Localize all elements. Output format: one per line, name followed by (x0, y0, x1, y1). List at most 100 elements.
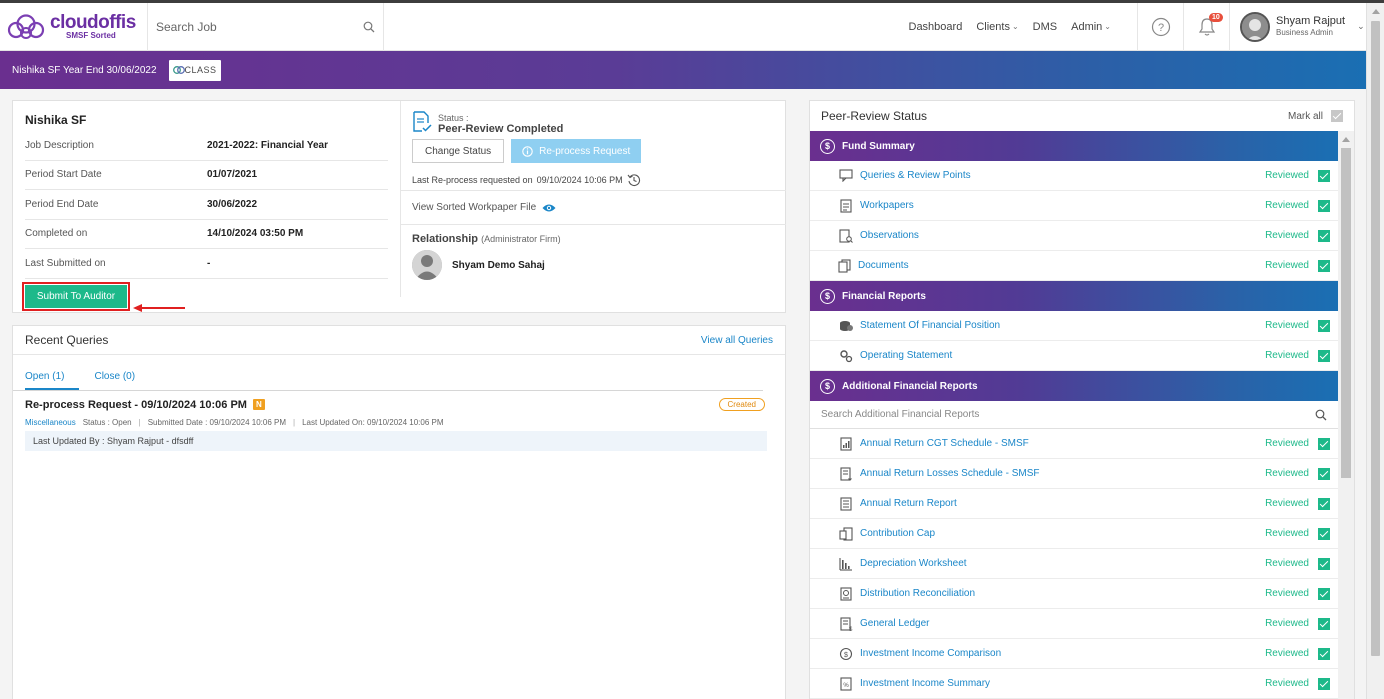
reviewed-checkbox[interactable] (1318, 467, 1330, 480)
reviewed-checkbox[interactable] (1318, 647, 1330, 660)
review-item-label[interactable]: Annual Return CGT Schedule - SMSF (860, 438, 1265, 449)
gears-icon (839, 349, 853, 363)
query-title[interactable]: Re-process Request - 09/10/2024 10:06 PM (25, 399, 247, 411)
status-label: Status : (438, 113, 469, 123)
review-row[interactable]: Queries & Review Points Reviewed (810, 161, 1338, 191)
nav-dms-label: DMS (1032, 20, 1058, 33)
review-row[interactable]: Contribution Cap Reviewed (810, 519, 1338, 549)
review-row[interactable]: % Investment Income Summary Reviewed (810, 669, 1338, 699)
review-row[interactable]: Documents Reviewed (810, 251, 1338, 281)
review-row[interactable]: Annual Return CGT Schedule - SMSF Review… (810, 429, 1338, 459)
user-menu[interactable]: Shyam Rajput Business Admin ⌄ (1230, 3, 1366, 51)
calculator-doc-icon (839, 526, 853, 541)
reviewed-checkbox[interactable] (1318, 169, 1330, 182)
document-check-icon (413, 111, 432, 132)
nav-dms[interactable]: DMS (1033, 21, 1057, 33)
page-scrollbar[interactable] (1366, 3, 1384, 699)
review-item-label[interactable]: Annual Return Report (860, 498, 1265, 509)
report-search[interactable]: Search Additional Financial Reports (810, 401, 1338, 429)
search-icon[interactable] (363, 21, 375, 33)
reviewed-checkbox[interactable] (1318, 557, 1330, 570)
class-logo-icon (172, 66, 185, 74)
query-meta: Miscellaneous Status : Open | Submitted … (25, 418, 773, 427)
mark-all-control[interactable]: Mark all (1288, 110, 1343, 122)
review-row[interactable]: Annual Return Losses Schedule - SMSF Rev… (810, 459, 1338, 489)
app-logo[interactable]: cloudoffis SMSF Sorted (0, 2, 148, 51)
review-item-label[interactable]: Statement Of Financial Position (860, 320, 1265, 331)
review-row[interactable]: Annual Return Report Reviewed (810, 489, 1338, 519)
review-item-label[interactable]: Annual Return Losses Schedule - SMSF (860, 468, 1265, 479)
history-icon[interactable] (627, 173, 641, 187)
reviewed-checkbox[interactable] (1318, 497, 1330, 510)
detail-row: Period Start Date 01/07/2021 (25, 161, 388, 190)
review-item-label[interactable]: Investment Income Comparison (860, 648, 1265, 659)
reviewed-checkbox[interactable] (1318, 259, 1330, 272)
review-item-label[interactable]: Contribution Cap (860, 528, 1265, 539)
report-pie-icon (839, 586, 853, 601)
view-workpaper-link[interactable]: View Sorted Workpaper File (401, 191, 786, 225)
review-item-label[interactable]: Distribution Reconciliation (860, 588, 1265, 599)
scroll-up-icon[interactable] (1342, 137, 1350, 142)
search-icon[interactable] (1315, 409, 1327, 421)
section-title: Financial Reports (842, 290, 926, 302)
document-search-icon (839, 228, 853, 243)
job-search[interactable]: Search Job (148, 2, 384, 51)
review-row[interactable]: $ Investment Income Comparison Reviewed (810, 639, 1338, 669)
tab-open[interactable]: Open (1) (25, 371, 80, 390)
reviewed-checkbox[interactable] (1318, 437, 1330, 450)
review-item-label[interactable]: Documents (858, 260, 1265, 271)
last-reprocess-info: Last Re-process requested on 09/10/2024 … (401, 163, 786, 191)
detail-value: - (207, 257, 211, 269)
search-input[interactable]: Search Job (156, 20, 363, 34)
review-item-label[interactable]: Workpapers (860, 200, 1265, 211)
submit-to-auditor-button[interactable]: Submit To Auditor (25, 285, 127, 308)
list-item[interactable]: Re-process Request - 09/10/2024 10:06 PM… (13, 391, 785, 451)
mark-all-checkbox[interactable] (1331, 110, 1343, 122)
scroll-up-icon[interactable] (1372, 9, 1380, 14)
reviewed-checkbox[interactable] (1318, 527, 1330, 540)
review-row[interactable]: Statement Of Financial Position Reviewed (810, 311, 1338, 341)
detail-label: Period End Date (25, 198, 99, 210)
review-row[interactable]: Operating Statement Reviewed (810, 341, 1338, 371)
review-item-label[interactable]: Observations (860, 230, 1265, 241)
scroll-thumb[interactable] (1341, 148, 1351, 478)
reviewed-checkbox[interactable] (1318, 617, 1330, 630)
reviewed-checkbox[interactable] (1318, 349, 1330, 362)
peer-review-scrollbar[interactable] (1338, 131, 1354, 699)
reprocess-time: 09/10/2024 10:06 PM (536, 175, 623, 185)
notifications-button[interactable]: 10 (1184, 3, 1229, 51)
view-all-queries-link[interactable]: View all Queries (701, 335, 773, 346)
coins-icon (839, 319, 853, 333)
avatar (1240, 11, 1270, 42)
query-status: Status : Open (82, 418, 132, 427)
copy-documents-icon (837, 258, 851, 273)
scroll-thumb[interactable] (1371, 21, 1380, 656)
review-item-label[interactable]: Queries & Review Points (860, 170, 1265, 181)
nav-clients[interactable]: Clients ⌄ (976, 21, 1018, 33)
nav-dashboard[interactable]: Dashboard (909, 21, 963, 33)
status-badge: Created (718, 398, 765, 411)
detail-row: Completed on 14/10/2024 03:50 PM (25, 220, 388, 249)
review-item-label[interactable]: Operating Statement (860, 350, 1265, 361)
review-row[interactable]: Observations Reviewed (810, 221, 1338, 251)
review-row[interactable]: Depreciation Worksheet Reviewed (810, 549, 1338, 579)
review-row[interactable]: $ General Ledger Reviewed (810, 609, 1338, 639)
review-row[interactable]: Workpapers Reviewed (810, 191, 1338, 221)
report-search-input[interactable]: Search Additional Financial Reports (821, 409, 979, 420)
reprocess-request-button[interactable]: Re-process Request (511, 139, 642, 163)
ledger-icon: $ (839, 616, 853, 631)
review-item-label[interactable]: Depreciation Worksheet (860, 558, 1265, 569)
review-item-label[interactable]: Investment Income Summary (860, 678, 1265, 689)
change-status-button[interactable]: Change Status (412, 139, 505, 163)
nav-admin[interactable]: Admin ⌄ (1071, 21, 1111, 33)
reviewed-checkbox[interactable] (1318, 199, 1330, 212)
reviewed-checkbox[interactable] (1318, 587, 1330, 600)
help-button[interactable]: ? (1138, 3, 1183, 51)
reviewed-checkbox[interactable] (1318, 319, 1330, 332)
review-row[interactable]: Distribution Reconciliation Reviewed (810, 579, 1338, 609)
review-item-label[interactable]: General Ledger (860, 618, 1265, 629)
reviewed-checkbox[interactable] (1318, 677, 1330, 690)
reviewed-checkbox[interactable] (1318, 229, 1330, 242)
tab-close[interactable]: Close (0) (94, 371, 135, 390)
detail-value: 14/10/2024 03:50 PM (207, 228, 304, 240)
